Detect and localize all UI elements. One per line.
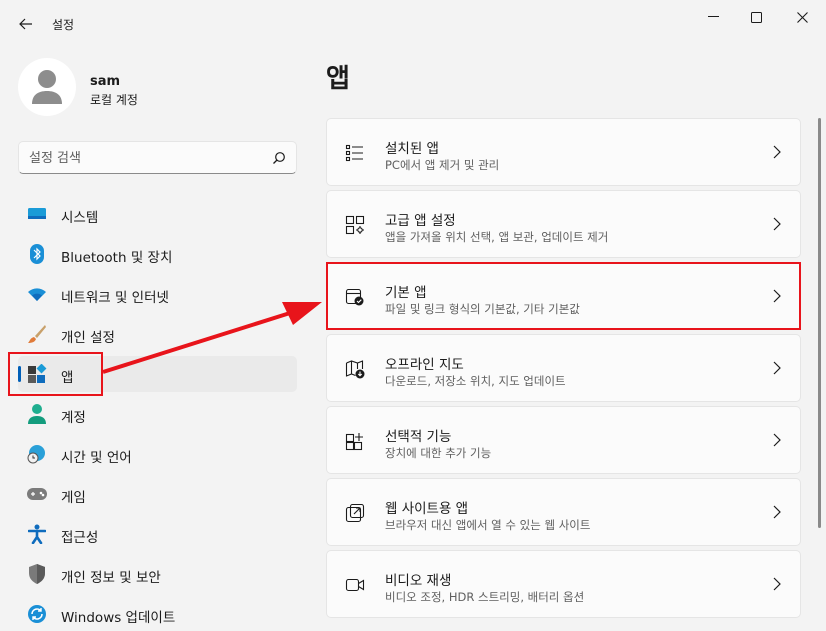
- sidebar-item-privacy[interactable]: 개인 정보 및 보안: [18, 556, 297, 592]
- active-indicator: [18, 366, 21, 382]
- settings-cards: 설치된 앱 PC에서 앱 제거 및 관리 고급 앱 설정 앱을 가져올 위치 선…: [326, 118, 801, 622]
- chevron-right-icon: [773, 217, 781, 231]
- main-scrollbar[interactable]: [818, 118, 822, 538]
- user-profile[interactable]: sam 로컬 계정: [18, 58, 298, 118]
- account-icon: [27, 404, 47, 424]
- user-name: sam: [90, 74, 121, 89]
- chevron-right-icon: [773, 505, 781, 519]
- sidebar-item-personalization[interactable]: 개인 설정: [18, 316, 297, 352]
- open-in-app-icon: [345, 503, 365, 523]
- settings-search[interactable]: [18, 141, 297, 174]
- gamepad-icon: [27, 484, 47, 504]
- card-offline-maps[interactable]: 오프라인 지도 다운로드, 저장소 위치, 지도 업데이트: [326, 334, 801, 402]
- card-default-apps[interactable]: 기본 앱 파일 및 링크 형식의 기본값, 기타 기본값: [326, 262, 801, 330]
- minimize-button[interactable]: [693, 4, 733, 30]
- card-video-playback[interactable]: 비디오 재생 비디오 조정, HDR 스트리밍, 배터리 옵션: [326, 550, 801, 618]
- sidebar-item-accessibility[interactable]: 접근성: [18, 516, 297, 552]
- account-type: 로컬 계정: [90, 93, 138, 107]
- sidebar-item-windows-update[interactable]: Windows 업데이트: [18, 596, 297, 631]
- sidebar-item-time-language[interactable]: 시간 및 언어: [18, 436, 297, 472]
- back-arrow-icon: [19, 18, 32, 30]
- map-icon: [345, 360, 365, 379]
- update-icon: [27, 604, 47, 624]
- chevron-right-icon: [773, 145, 781, 159]
- shield-icon: [27, 564, 47, 584]
- wifi-icon: [27, 284, 47, 304]
- card-apps-for-websites[interactable]: 웹 사이트용 앱 브라우저 대신 앱에서 열 수 있는 웹 사이트: [326, 478, 801, 546]
- apps-icon: [27, 364, 47, 384]
- scrollbar-thumb[interactable]: [818, 118, 821, 528]
- brush-icon: [27, 324, 47, 344]
- close-button[interactable]: [782, 4, 822, 30]
- list-icon: [345, 144, 363, 162]
- search-input[interactable]: [29, 149, 259, 167]
- card-installed-apps[interactable]: 설치된 앱 PC에서 앱 제거 및 관리: [326, 118, 801, 186]
- card-optional-features[interactable]: 선택적 기능 장치에 대한 추가 기능: [326, 406, 801, 474]
- maximize-button[interactable]: [736, 4, 776, 30]
- back-button[interactable]: [14, 12, 38, 36]
- window-title: 설정: [52, 18, 75, 32]
- user-icon: [32, 70, 62, 104]
- page-title: 앱: [326, 64, 350, 94]
- sidebar-item-gaming[interactable]: 게임: [18, 476, 297, 512]
- sidebar-nav: 시스템 Bluetooth 및 장치 네트워크 및 인터넷 개인 설정 앱 계정: [18, 196, 297, 631]
- globe-clock-icon: [27, 444, 47, 464]
- chevron-right-icon: [773, 361, 781, 375]
- sidebar-item-network[interactable]: 네트워크 및 인터넷: [18, 276, 297, 312]
- title-bar: 설정: [0, 0, 826, 46]
- chevron-right-icon: [773, 433, 781, 447]
- search-icon: [273, 152, 285, 164]
- close-icon: [796, 11, 808, 23]
- minimize-icon: [707, 16, 719, 17]
- accessibility-icon: [27, 524, 47, 544]
- avatar: [18, 58, 76, 116]
- sidebar-item-apps[interactable]: 앱: [18, 356, 297, 392]
- default-apps-icon: [345, 288, 364, 306]
- sidebar-item-system[interactable]: 시스템: [18, 196, 297, 232]
- video-icon: [345, 578, 365, 592]
- app-settings-icon: [345, 215, 365, 235]
- maximize-icon: [750, 11, 762, 23]
- sidebar-item-bluetooth[interactable]: Bluetooth 및 장치: [18, 236, 297, 272]
- card-advanced-app-settings[interactable]: 고급 앱 설정 앱을 가져올 위치 선택, 앱 보관, 업데이트 제거: [326, 190, 801, 258]
- chevron-right-icon: [773, 289, 781, 303]
- optional-features-icon: [345, 433, 363, 451]
- bluetooth-icon: [27, 244, 47, 264]
- chevron-right-icon: [773, 577, 781, 591]
- sidebar-item-accounts[interactable]: 계정: [18, 396, 297, 432]
- system-icon: [27, 204, 47, 224]
